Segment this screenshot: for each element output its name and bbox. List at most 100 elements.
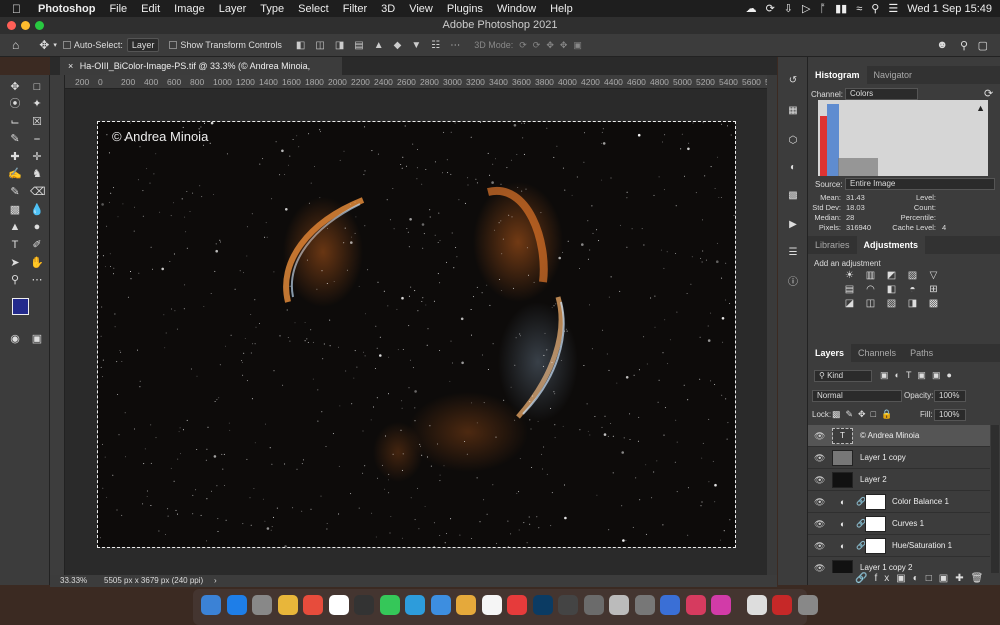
align-distribute-icon[interactable]: ▤	[354, 40, 363, 51]
menu-view[interactable]: View	[409, 3, 433, 15]
info-panel-icon[interactable]: ⓘ	[787, 277, 799, 289]
battery-icon[interactable]: ▮▮	[835, 2, 847, 15]
preview-icon[interactable]	[660, 595, 680, 615]
brush-tool[interactable]: ✍	[8, 167, 22, 181]
patch-tool[interactable]: ✛	[30, 150, 44, 164]
layer-thumbnail[interactable]	[832, 560, 853, 573]
close-tab-icon[interactable]: ×	[68, 61, 73, 71]
tab-libraries[interactable]: Libraries	[808, 236, 857, 254]
show-transform-checkbox[interactable]	[169, 41, 178, 49]
quick-mask-icon[interactable]: ◉	[8, 332, 22, 346]
more-options-icon[interactable]: ⋯	[450, 40, 460, 51]
chevron-down-icon[interactable]: ▾	[53, 41, 57, 49]
adjustment-icon[interactable]: ▽	[926, 270, 941, 281]
tab-navigator[interactable]: Navigator	[867, 66, 920, 84]
layer-row[interactable]: 👁 T © Andrea Minoia	[808, 425, 990, 447]
vertical-scrollbar[interactable]	[767, 75, 777, 575]
adjustment-icon[interactable]: ⊞	[926, 284, 941, 295]
search-menubar-icon[interactable]: ⚲	[871, 2, 879, 15]
bluetooth-icon[interactable]: ᚩ	[819, 3, 826, 15]
zoom-window-button[interactable]	[35, 21, 44, 30]
menu-file[interactable]: File	[109, 3, 127, 15]
source-dropdown[interactable]: Entire Image	[845, 178, 995, 190]
properties-panel-icon[interactable]: ▦	[787, 105, 799, 117]
workspace-icon[interactable]: ▢	[978, 39, 988, 52]
layer-row[interactable]: 👁 Layer 2	[808, 469, 990, 491]
layer-thumbnail[interactable]	[832, 472, 853, 488]
adjustment-icon[interactable]: ▤	[842, 284, 857, 295]
type-tool[interactable]: T	[8, 238, 22, 252]
menu-window[interactable]: Window	[497, 3, 536, 15]
menu-plugins[interactable]: Plugins	[447, 3, 483, 15]
align-right-icon[interactable]: ◨	[335, 40, 344, 51]
lock-icons[interactable]: ▩✎✥□🔒	[832, 409, 897, 420]
fits-viewer-icon[interactable]	[558, 595, 578, 615]
fill-field[interactable]: 100%	[934, 409, 966, 421]
wifi-icon[interactable]: ≈	[856, 3, 862, 15]
menu-type[interactable]: Type	[260, 3, 284, 15]
refresh-icon[interactable]: ⟳	[984, 87, 993, 100]
finder-icon[interactable]	[201, 595, 221, 615]
path-selection-tool[interactable]: ➤	[8, 256, 22, 270]
burn-tool[interactable]: ●	[30, 220, 44, 234]
layer-row[interactable]: 👁 ◐ 🔗 Curves 1	[808, 513, 990, 535]
astro-app-icon[interactable]	[583, 595, 604, 615]
sync-icon[interactable]: ⟳	[766, 2, 775, 15]
adjustment-icon[interactable]: ◫	[863, 298, 878, 309]
layer-mask-thumbnail[interactable]	[865, 516, 886, 532]
actions-panel-icon[interactable]: ▶	[787, 219, 799, 231]
adjustment-icon[interactable]: ▧	[884, 298, 899, 309]
auto-select-dropdown[interactable]: Layer	[126, 38, 160, 52]
crop-tool[interactable]: ⌙	[8, 115, 22, 129]
downloads-icon[interactable]	[772, 595, 792, 615]
adjustment-icon[interactable]: ◨	[905, 298, 920, 309]
adjustment-icon[interactable]: ◧	[884, 284, 899, 295]
pdf-app-icon[interactable]	[609, 595, 629, 615]
menu-filter[interactable]: Filter	[343, 3, 367, 15]
lasso-tool[interactable]: ⦿	[8, 97, 22, 111]
visibility-eye-icon[interactable]: 👁	[814, 557, 825, 573]
gradient-tool[interactable]: ▩	[8, 203, 22, 217]
move-tool[interactable]: ✥	[8, 80, 22, 94]
zoom-level[interactable]: 33.33%	[60, 575, 87, 587]
swatches-panel-icon[interactable]: ▩	[787, 190, 799, 202]
channel-dropdown[interactable]: Colors	[845, 88, 918, 100]
ruler-tool[interactable]: ⎯	[30, 132, 44, 146]
adjustment-icon[interactable]: ☀	[842, 270, 857, 281]
layer-row[interactable]: 👁 Layer 1 copy	[808, 447, 990, 469]
launchpad-icon[interactable]	[277, 595, 298, 615]
calendar-icon[interactable]	[303, 595, 323, 615]
eraser-tool[interactable]: ⌫	[30, 185, 46, 199]
user-icon[interactable]: ☻	[936, 39, 948, 51]
layer-mask-thumbnail[interactable]	[865, 494, 886, 510]
mail-icon[interactable]	[430, 595, 451, 615]
align-center-icon[interactable]: ◫	[315, 40, 324, 51]
layers-scrollbar[interactable]	[991, 425, 999, 573]
pen-tool[interactable]: ✐	[30, 238, 44, 252]
3d-panel-icon[interactable]: ⬡	[787, 135, 799, 147]
visibility-eye-icon[interactable]: 👁	[814, 425, 825, 447]
blur-tool[interactable]: 💧	[30, 203, 44, 217]
photoshop-icon[interactable]	[532, 595, 553, 615]
apple-menu-icon[interactable]: 	[12, 2, 28, 16]
trash-icon[interactable]	[797, 595, 818, 615]
history-panel-icon[interactable]: ↺	[787, 75, 799, 87]
layer-row[interactable]: 👁 ◐ 🔗 Color Balance 1	[808, 491, 990, 513]
healing-tool[interactable]: ✚	[8, 150, 22, 164]
visibility-eye-icon[interactable]: 👁	[814, 535, 825, 557]
menu-layer[interactable]: Layer	[219, 3, 247, 15]
layers-footer-icons[interactable]: 🔗fx▣◐□▣✚🗑	[855, 573, 990, 584]
distribute-icon[interactable]: ☷	[431, 40, 440, 51]
menu-help[interactable]: Help	[550, 3, 573, 15]
blend-mode-dropdown[interactable]: Normal	[812, 390, 902, 402]
tab-channels[interactable]: Channels	[851, 344, 903, 362]
app-store-icon[interactable]	[226, 595, 247, 615]
creative-cloud-icon[interactable]	[685, 595, 706, 615]
tab-histogram[interactable]: Histogram	[808, 66, 867, 84]
home-icon[interactable]: ⌂	[12, 38, 19, 52]
reminders-icon[interactable]	[328, 595, 349, 615]
layer-thumbnail[interactable]	[832, 450, 853, 466]
layer-thumbnail[interactable]: T	[832, 428, 853, 444]
adjustment-icon[interactable]: ▨	[905, 270, 920, 281]
adjustment-icon[interactable]: ▥	[863, 270, 878, 281]
